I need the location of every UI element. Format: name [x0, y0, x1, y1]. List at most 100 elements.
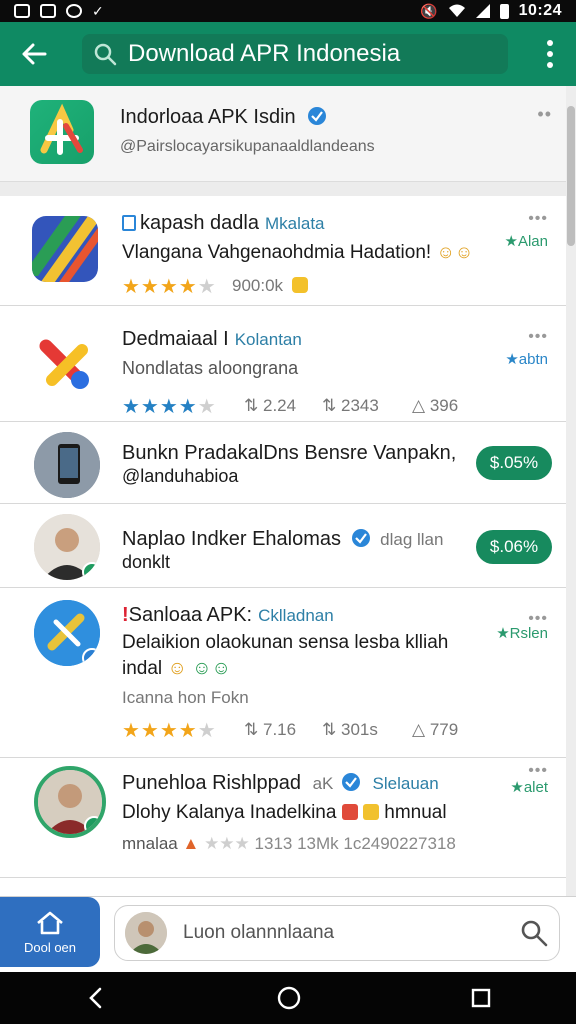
home-tab[interactable]: Dool oen: [0, 897, 100, 967]
verified-icon: [341, 773, 360, 791]
shape-app-icon: [32, 332, 98, 398]
more-icon[interactable]: •••: [528, 328, 548, 346]
stat-text: 396: [429, 396, 459, 415]
recents-nav-icon[interactable]: [470, 987, 492, 1009]
emoji-icon: ☺: [167, 658, 187, 679]
search-query: Download APR Indonesia: [128, 40, 401, 67]
repost-icon: ⇅: [322, 396, 337, 415]
item-title-text: Dedmaiaal I: [122, 328, 229, 350]
list-item[interactable]: !Sanloaa APK: Cklladnan Delaikion olaokun…: [0, 588, 566, 758]
status-left: ✓: [14, 3, 104, 20]
stat-shares[interactable]: ⇅ 301s: [322, 720, 378, 740]
gift-icon: [291, 277, 308, 293]
image-icon: [14, 4, 30, 18]
list-item[interactable]: Naplao Indker Ehalomas dlag llan donklt …: [0, 504, 566, 588]
scroll-thumb[interactable]: [567, 106, 575, 246]
rating-stars: ★★★★★: [122, 396, 217, 418]
verified-icon: [351, 529, 370, 547]
back-nav-icon[interactable]: [84, 986, 108, 1010]
thumb-icon: △: [412, 720, 426, 739]
compose-field[interactable]: Luon olannnlaana: [114, 905, 560, 961]
stat-likes[interactable]: △ 396: [412, 396, 458, 416]
user-avatar: [34, 514, 100, 580]
system-nav-bar: [0, 972, 576, 1024]
pinned-app-subtitle: @Pairslocayarsikupanaaldlandeans: [120, 138, 375, 155]
repost-icon: ⇅: [244, 720, 259, 739]
status-bar: ✓ 🔇 10:24: [0, 0, 576, 22]
rainbow-stripes: [32, 216, 98, 282]
item-description-text: Dlohy Kalanya Inadelkina: [122, 802, 337, 823]
item-description: Dlohy Kalanya Inadelkina hmnual: [122, 802, 447, 824]
more-icon[interactable]: •••: [528, 210, 548, 228]
wifi-icon: [448, 4, 465, 17]
list-item[interactable]: Bunkn PradakalDns Bensre Vanpakn, @landu…: [0, 422, 566, 504]
stat-likes[interactable]: △ 779: [412, 720, 458, 740]
more-icon[interactable]: •••: [528, 610, 548, 628]
item-description: @landuhabioa: [122, 466, 239, 486]
item-title-text: Naplao Indker Ehalomas: [122, 528, 342, 550]
square-icon: [40, 4, 56, 18]
verified-badge-icon: [84, 816, 102, 834]
dot-icon: [547, 40, 553, 46]
list-item[interactable]: Dedmaiaal I Kolantan Nondlatas aloongrana…: [0, 306, 566, 422]
item-title-text: Punehloa Rishlppad: [122, 772, 302, 794]
app-list: kapash dadla Mkalata Vlangana Vahgenaohdm…: [0, 196, 566, 878]
signal-icon: [475, 4, 490, 18]
meta-text: mnalaa: [122, 834, 178, 853]
search-icon[interactable]: [519, 918, 549, 948]
battery-icon: [499, 3, 509, 19]
rating-stars: ★★★★★: [122, 276, 217, 298]
item-meta-line: mnalaa ▲ ★★★ 1313 13Mk 1c2490227318: [122, 834, 456, 854]
back-button[interactable]: [14, 34, 54, 74]
pinned-app-card[interactable]: Indorloaa APK Isdin @Pairslocayarsikupan…: [0, 86, 566, 182]
stat-text: 779: [429, 720, 459, 739]
item-description-text: Vlangana Vahgenaohdmia Hadation!: [122, 242, 432, 263]
overflow-menu-button[interactable]: [538, 34, 562, 74]
stat-reposts[interactable]: ⇅ 7.16: [244, 720, 296, 740]
search-icon: [94, 43, 117, 66]
person-photo: [125, 912, 167, 954]
dot-icon: [547, 62, 553, 68]
stat-reposts[interactable]: ⇅ 2.24: [244, 396, 296, 416]
repost-icon: ⇅: [244, 396, 259, 415]
item-title: Naplao Indker Ehalomas dlag llan: [122, 528, 443, 551]
price-button[interactable]: $.05%: [476, 446, 552, 480]
app-bar: Download APR Indonesia: [0, 22, 576, 86]
item-title-text: kapash dadla: [140, 212, 259, 234]
item-tag-text: abtn: [518, 351, 548, 368]
list-item[interactable]: kapash dadla Mkalata Vlangana Vahgenaohdm…: [0, 196, 566, 306]
stat-text: 7.16: [262, 720, 297, 739]
verified-badge-icon: [82, 648, 100, 666]
item-tag: ★Alan: [505, 232, 548, 250]
home-tab-label: Dool oen: [23, 939, 77, 955]
item-title: Bunkn PradakalDns Bensre Vanpakn,: [122, 442, 457, 464]
emoji-icon: ☺☺: [436, 242, 474, 262]
clock: 10:24: [518, 2, 562, 19]
item-developer: Cklladnan: [258, 606, 334, 625]
item-description: Nondlatas aloongrana: [122, 358, 299, 378]
rating-stars: ★★★★★: [122, 720, 217, 742]
list-item[interactable]: Punehloa Rishlppad aK Slelauan Dlohy Kal…: [0, 758, 566, 878]
item-title-text: Sanloaa APK:: [128, 604, 253, 626]
price-button[interactable]: $.06%: [476, 530, 552, 564]
stat-shares[interactable]: ⇅ 2343: [322, 396, 379, 416]
more-icon[interactable]: •••: [528, 762, 548, 780]
user-avatar: [125, 912, 167, 954]
item-title: Punehloa Rishlppad aK Slelauan: [122, 772, 439, 795]
verified-badge-icon: [82, 562, 100, 580]
search-field[interactable]: Download APR Indonesia: [82, 34, 508, 74]
home-nav-icon[interactable]: [276, 985, 302, 1011]
star-icon: ★: [505, 351, 519, 368]
star-icon: ★: [496, 625, 510, 642]
fire-icon: ▲: [182, 834, 200, 853]
ring-icon: [66, 4, 82, 18]
alert-icon: !: [122, 604, 129, 626]
item-developer: Mkalata: [264, 214, 325, 233]
bottom-bar: Dool oen Luon olannnlaana: [0, 896, 576, 972]
item-title: Dedmaiaal I Kolantan: [122, 328, 302, 351]
tag-icon: [341, 804, 358, 820]
rainbow-app-icon: [32, 216, 98, 282]
home-icon: [37, 911, 63, 934]
more-icon[interactable]: ••: [537, 104, 552, 125]
scrollbar[interactable]: [566, 86, 576, 896]
